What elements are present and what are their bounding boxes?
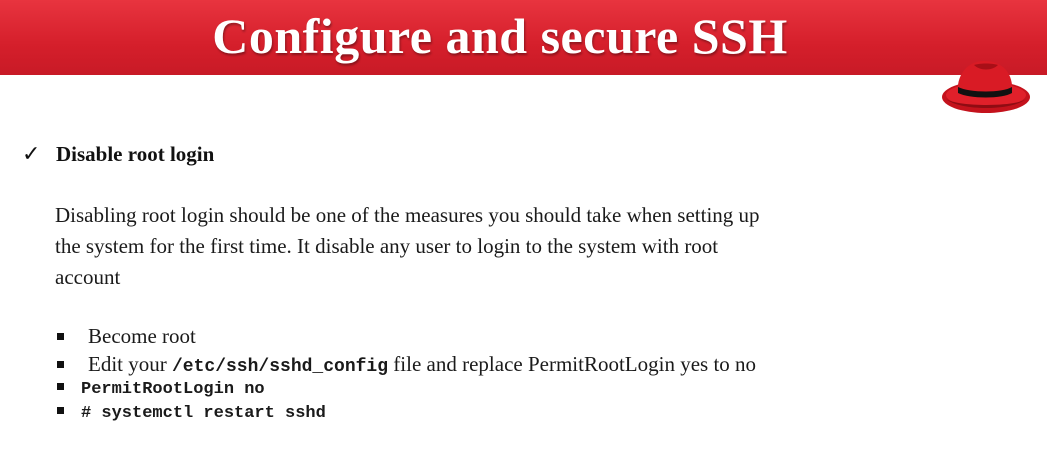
- paragraph-line: account: [55, 265, 121, 289]
- list-item: PermitRootLogin no: [57, 378, 756, 402]
- square-bullet-icon: [57, 407, 64, 415]
- restart-command: # systemctl restart sshd: [81, 404, 326, 423]
- square-bullet-icon: [57, 332, 64, 340]
- list-item: Become root: [57, 322, 756, 350]
- list-item: Edit your /etc/ssh/sshd_config file and …: [57, 350, 756, 378]
- config-file-path: /etc/ssh/sshd_config: [172, 357, 389, 377]
- config-directive: PermitRootLogin no: [81, 380, 265, 399]
- paragraph-line: Disabling root login should be one of th…: [55, 203, 760, 227]
- section-heading: ✓ Disable root login: [22, 138, 214, 170]
- list-item: # systemctl restart sshd: [57, 402, 756, 426]
- checkmark-icon: ✓: [22, 141, 41, 166]
- square-bullet-icon: [57, 383, 64, 391]
- heading-text: Disable root login: [56, 141, 215, 166]
- step-edit-prefix: Edit your: [88, 352, 172, 376]
- step-edit-suffix: file and replace PermitRootLogin yes to …: [388, 352, 757, 376]
- step-edit-config: Edit your /etc/ssh/sshd_config file and …: [88, 352, 757, 377]
- slide-title: Configure and secure SSH: [212, 8, 788, 64]
- steps-list: Become root Edit your /etc/ssh/sshd_conf…: [57, 322, 756, 426]
- paragraph-line: the system for the first time. It disabl…: [55, 234, 719, 258]
- red-fedora-hat-icon: [942, 61, 1030, 113]
- step-become-root: Become root: [88, 324, 196, 348]
- square-bullet-icon: [57, 360, 64, 368]
- description-paragraph: Disabling root login should be one of th…: [55, 200, 935, 293]
- title-bar: Configure and secure SSH: [0, 0, 1047, 75]
